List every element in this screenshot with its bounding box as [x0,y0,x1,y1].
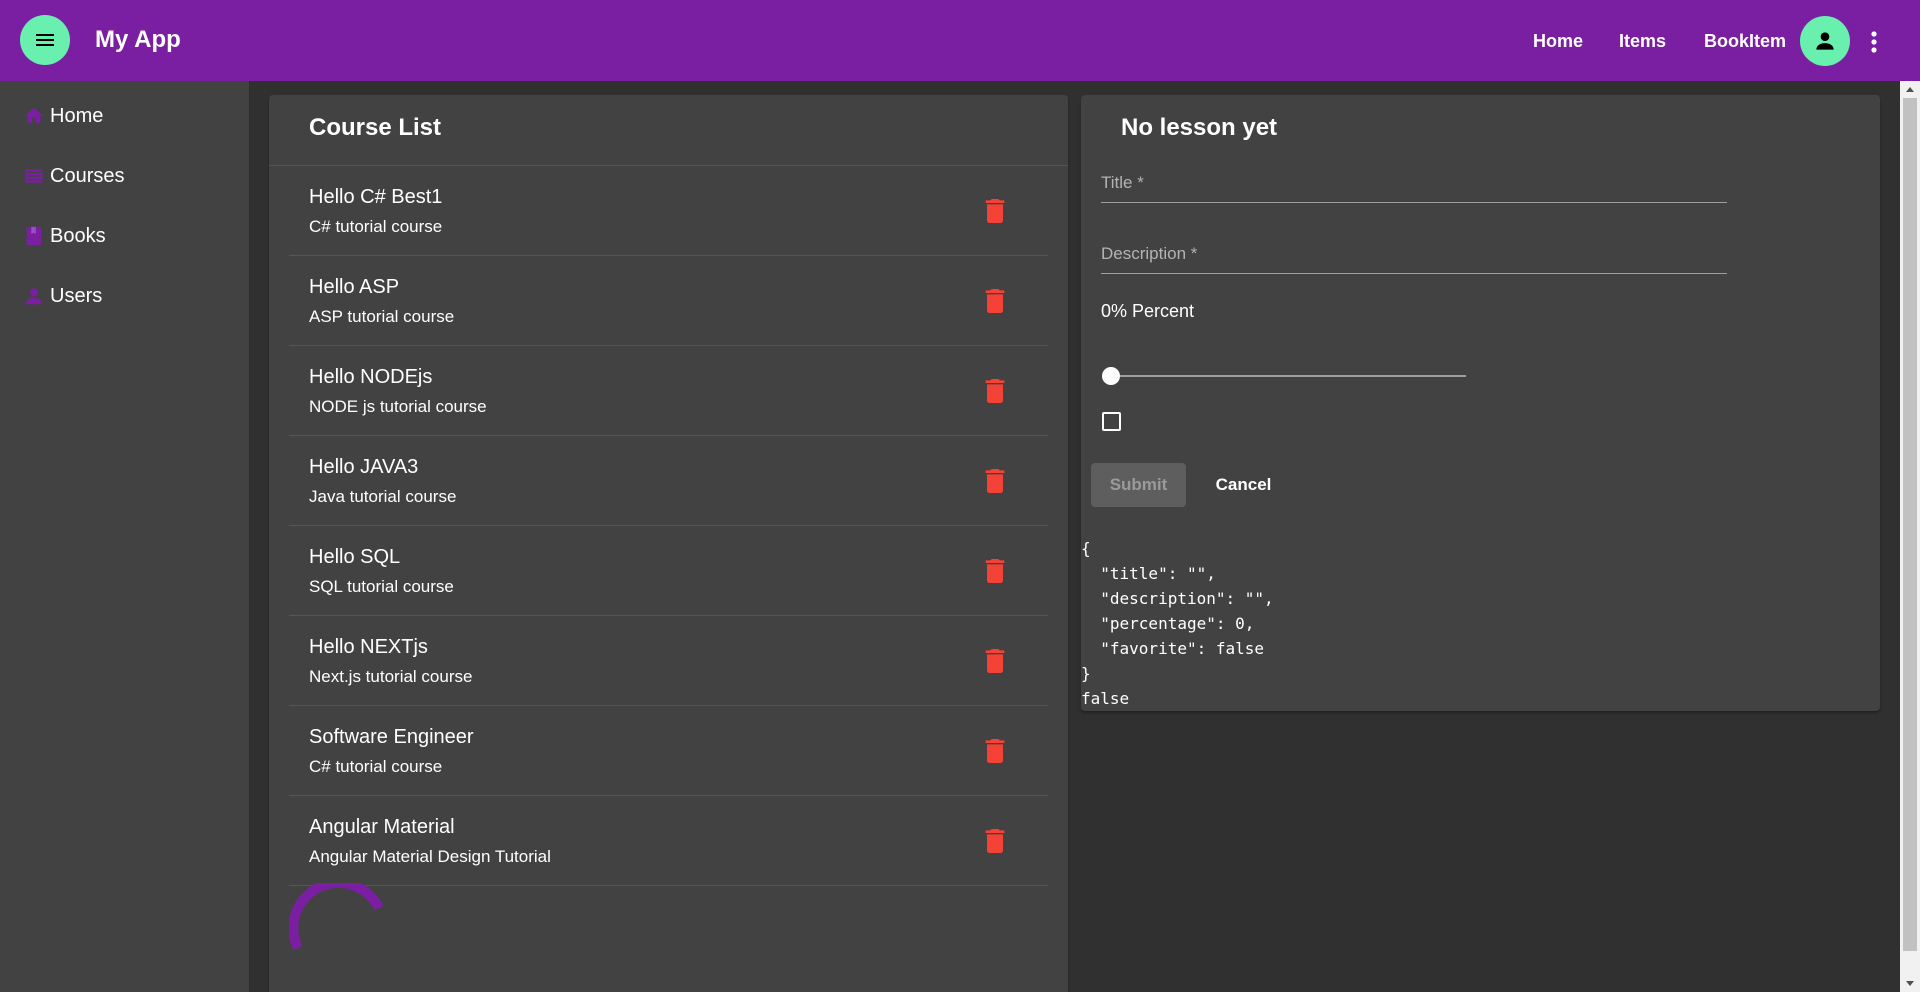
nav-link-items[interactable]: Items [1619,31,1666,52]
delete-button[interactable] [981,827,1009,855]
page-scrollbar[interactable] [1900,81,1920,992]
delete-icon [985,469,1005,493]
sidebar-item-courses[interactable]: Courses [22,161,124,191]
course-description: Java tutorial course [309,487,457,506]
more-vert-icon [1871,31,1877,53]
delete-button[interactable] [981,647,1009,675]
delete-icon [985,829,1005,853]
description-input[interactable] [1101,234,1727,273]
favorite-checkbox[interactable] [1102,412,1121,431]
form-json-output: { "title": "", "description": "", "perce… [1081,539,1274,708]
course-title: Hello SQL [309,546,401,568]
percentage-slider[interactable] [1111,375,1466,377]
delete-icon [985,379,1005,403]
delete-icon [985,649,1005,673]
delete-icon [985,739,1005,763]
list-item[interactable]: Hello SQL SQL tutorial course [289,526,1048,616]
delete-icon [985,559,1005,583]
slider-thumb[interactable] [1102,367,1120,385]
account-button[interactable] [1800,16,1850,66]
delete-button[interactable] [981,197,1009,225]
title-field [1101,163,1727,203]
course-title: Hello NEXTjs [309,636,428,658]
courses-icon [22,164,46,188]
loading-spinner [289,883,384,951]
course-description: SQL tutorial course [309,577,454,596]
book-icon [22,224,46,248]
delete-button[interactable] [981,377,1009,405]
delete-button[interactable] [981,737,1009,765]
sidebar-item-books[interactable]: Books [22,221,106,251]
course-description: NODE js tutorial course [309,397,487,416]
sidebar-item-label: Courses [50,164,125,187]
course-description: C# tutorial course [309,217,443,236]
course-description: C# tutorial course [309,757,443,776]
course-description: Next.js tutorial course [309,667,473,686]
home-icon [22,104,46,128]
course-title: Angular Material [309,816,455,838]
cancel-button[interactable]: Cancel [1196,463,1291,507]
sidebar-item-label: Books [50,224,106,247]
delete-icon [985,199,1005,223]
sidebar-item-label: Users [50,284,103,307]
course-title: Hello NODEjs [309,366,433,388]
menu-icon [36,34,54,46]
sidebar-item-label: Home [50,104,104,127]
person-icon [22,284,46,308]
sidebar-item-home[interactable]: Home [22,101,103,131]
list-item[interactable]: Software Engineer C# tutorial course [289,706,1048,796]
list-item[interactable]: Hello NODEjs NODE js tutorial course [289,346,1048,436]
scroll-thumb[interactable] [1903,98,1917,951]
delete-button[interactable] [981,557,1009,585]
course-title: Hello JAVA3 [309,456,419,478]
list-item[interactable]: Hello ASP ASP tutorial course [289,256,1048,346]
percent-label: 0% Percent [1101,301,1195,321]
list-item[interactable]: Hello C# Best1 C# tutorial course [289,166,1048,256]
course-title: Hello ASP [309,276,400,298]
course-list-card: Course List Hello C# Best1 C# tutorial c… [269,95,1068,992]
course-description: Angular Material Design Tutorial [309,847,551,866]
list-item[interactable]: Hello NEXTjs Next.js tutorial course [289,616,1048,706]
nav-link-home[interactable]: Home [1533,31,1583,52]
description-field [1101,234,1727,274]
submit-button[interactable]: Submit [1091,463,1186,507]
course-title: Software Engineer [309,726,474,748]
course-title: Hello C# Best1 [309,186,443,208]
delete-button[interactable] [981,467,1009,495]
delete-button[interactable] [981,287,1009,315]
course-description: ASP tutorial course [309,307,455,326]
scroll-up-icon[interactable] [1900,81,1920,98]
top-toolbar: My App Home Items BookItem [0,0,1920,81]
list-item[interactable]: Angular Material Angular Material Design… [289,796,1048,886]
nav-link-bookitem[interactable]: BookItem [1704,31,1786,52]
menu-button[interactable] [20,15,70,65]
scroll-down-icon[interactable] [1900,975,1920,992]
lesson-form-card: No lesson yet 0% Percent Submit Cancel {… [1081,95,1880,711]
list-item[interactable]: Hello JAVA3 Java tutorial course [289,436,1048,526]
sidebar-item-users[interactable]: Users [22,281,102,311]
more-menu-button[interactable] [1862,26,1886,58]
course-list-title: Course List [309,114,442,141]
app-title: My App [95,26,181,53]
side-nav: Home Courses Books Users [0,81,250,992]
account-icon [1816,32,1834,50]
lesson-form-title: No lesson yet [1121,114,1278,141]
delete-icon [985,289,1005,313]
title-input[interactable] [1101,163,1727,202]
